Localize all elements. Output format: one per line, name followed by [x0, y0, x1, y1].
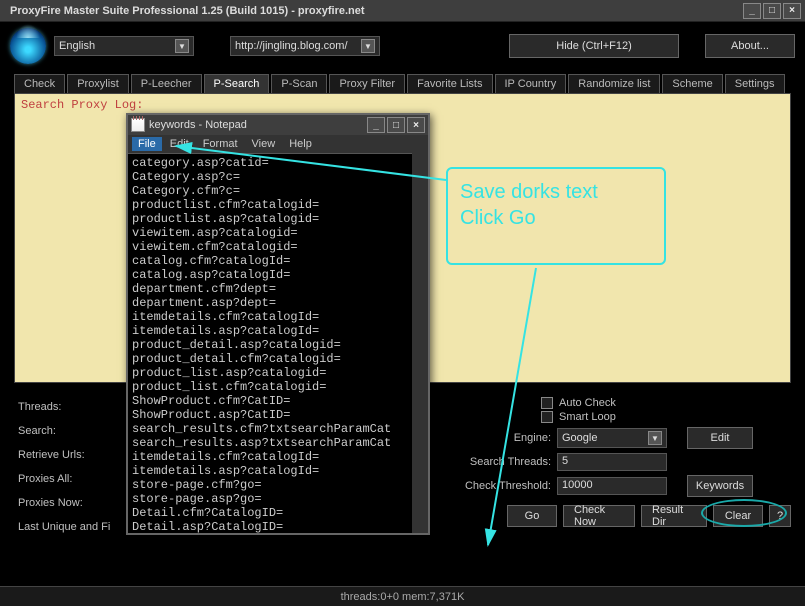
notepad-icon	[131, 118, 145, 132]
maximize-button[interactable]: □	[763, 3, 781, 19]
notepad-minimize-button[interactable]: _	[367, 117, 385, 133]
notepad-scrollbar[interactable]	[412, 153, 428, 533]
language-select[interactable]: English ▼	[54, 36, 194, 56]
tab-bar: CheckProxylistP-LeecherP-SearchP-ScanPro…	[0, 70, 805, 93]
notepad-menu-format[interactable]: Format	[197, 137, 244, 151]
edit-button[interactable]: Edit	[687, 427, 753, 449]
minimize-button[interactable]: _	[743, 3, 761, 19]
checkbox-icon	[541, 411, 553, 423]
chevron-down-icon: ▼	[361, 39, 375, 53]
url-value: http://jingling.blog.com/	[235, 40, 348, 52]
notepad-maximize-button[interactable]: □	[387, 117, 405, 133]
autocheck-checkbox[interactable]: Auto Check	[541, 397, 791, 409]
notepad-window[interactable]: keywords - Notepad _ □ × FileEditFormatV…	[126, 113, 430, 535]
log-label: Search Proxy Log:	[21, 98, 143, 112]
chevron-down-icon: ▼	[175, 39, 189, 53]
tab-p-leecher[interactable]: P-Leecher	[131, 74, 202, 93]
tab-p-scan[interactable]: P-Scan	[271, 74, 327, 93]
chevron-down-icon: ▼	[648, 431, 662, 445]
top-toolbar: English ▼ http://jingling.blog.com/ ▼ Hi…	[0, 22, 805, 70]
hide-button[interactable]: Hide (Ctrl+F12)	[509, 34, 679, 58]
keywords-button[interactable]: Keywords	[687, 475, 753, 497]
tab-p-search[interactable]: P-Search	[204, 74, 270, 93]
tab-favorite-lists[interactable]: Favorite Lists	[407, 74, 492, 93]
check-threshold-input[interactable]: 10000	[557, 477, 667, 495]
status-bar: threads:0+0 mem:7,371K	[0, 586, 805, 606]
notepad-menu-view[interactable]: View	[246, 137, 282, 151]
notepad-menu-help[interactable]: Help	[283, 137, 318, 151]
window-controls: _ □ ×	[743, 3, 801, 19]
engine-select[interactable]: Google ▼	[557, 428, 667, 448]
about-button[interactable]: About...	[705, 34, 795, 58]
search-threads-input[interactable]: 5	[557, 453, 667, 471]
notepad-menubar: FileEditFormatViewHelp	[128, 135, 428, 153]
annotation-keywords-circle	[701, 499, 787, 527]
tab-ip-country[interactable]: IP Country	[495, 74, 567, 93]
tab-proxy-filter[interactable]: Proxy Filter	[329, 74, 405, 93]
app-logo-icon	[10, 28, 46, 64]
tab-scheme[interactable]: Scheme	[662, 74, 722, 93]
titlebar: ProxyFire Master Suite Professional 1.25…	[0, 0, 805, 22]
url-select[interactable]: http://jingling.blog.com/ ▼	[230, 36, 380, 56]
check-threshold-label: Check Threshold:	[451, 480, 551, 492]
annotation-callout: Save dorks text Click Go	[446, 167, 666, 265]
smartloop-checkbox[interactable]: Smart Loop	[541, 411, 791, 423]
notepad-close-button[interactable]: ×	[407, 117, 425, 133]
status-text: threads:0+0 mem:7,371K	[341, 591, 465, 603]
tab-settings[interactable]: Settings	[725, 74, 785, 93]
notepad-menu-edit[interactable]: Edit	[164, 137, 195, 151]
notepad-textarea[interactable]: category.asp?catid= Category.asp?c= Cate…	[128, 153, 412, 533]
check-now-button[interactable]: Check Now	[563, 505, 635, 527]
window-title: ProxyFire Master Suite Professional 1.25…	[4, 5, 365, 17]
tab-proxylist[interactable]: Proxylist	[67, 74, 129, 93]
notepad-titlebar[interactable]: keywords - Notepad _ □ ×	[128, 115, 428, 135]
language-value: English	[59, 40, 95, 52]
tab-randomize-list[interactable]: Randomize list	[568, 74, 660, 93]
close-button[interactable]: ×	[783, 3, 801, 19]
notepad-menu-file[interactable]: File	[132, 137, 162, 151]
engine-label: Engine:	[451, 432, 551, 444]
notepad-title: keywords - Notepad	[149, 119, 247, 131]
checkbox-icon	[541, 397, 553, 409]
search-threads-label: Search Threads:	[451, 456, 551, 468]
result-dir-button[interactable]: Result Dir	[641, 505, 707, 527]
tab-check[interactable]: Check	[14, 74, 65, 93]
go-button[interactable]: Go	[507, 505, 557, 527]
